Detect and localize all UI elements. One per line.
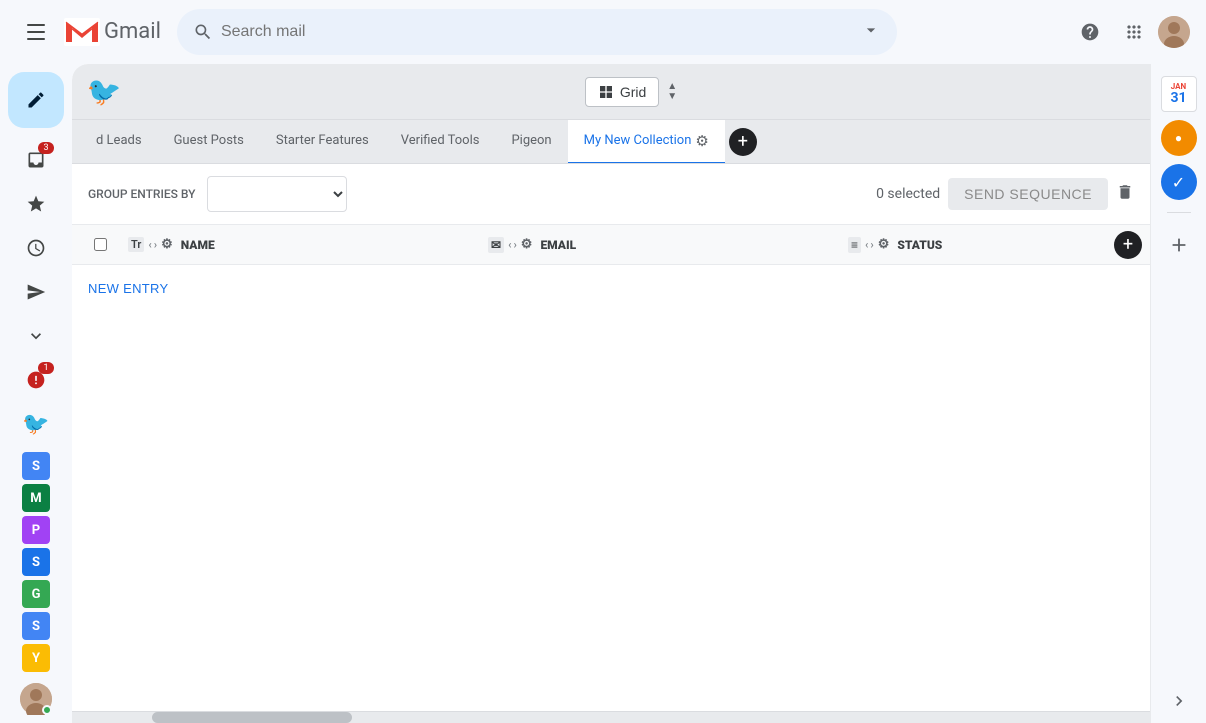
app-panel: 🐦 Grid ▲ ▼ [72, 64, 1150, 723]
tab-label-guest-posts: Guest Posts [174, 133, 244, 148]
alert-badge: 1 [38, 362, 54, 374]
email-col-label: EMAIL [540, 238, 576, 252]
trash-icon[interactable] [1116, 183, 1134, 206]
tab-label-d-leads: d Leads [96, 133, 142, 148]
col-header-name: Tr ‹ › ⚙ NAME [120, 237, 480, 252]
view-toggle-arrows[interactable]: ▲ ▼ [667, 82, 677, 102]
right-sidebar-streak[interactable]: ● [1161, 120, 1197, 156]
status-col-settings-icon[interactable]: ⚙ [878, 237, 890, 252]
topbar: Gmail [0, 0, 1206, 64]
calendar-date: 31 [1170, 91, 1186, 105]
sidebar-item-starred[interactable] [16, 184, 56, 224]
select-all-checkbox-cell [80, 238, 120, 251]
app-logo-area: 🐦 [88, 76, 120, 108]
right-sidebar-calendar[interactable]: JAN 31 [1161, 76, 1197, 112]
group-entries-select[interactable] [207, 176, 347, 212]
col-header-status: ≡ ‹ › ⚙ STATUS [840, 237, 1114, 253]
status-col-type-icon: ≡ [848, 237, 861, 253]
toolbar-right: 0 selected SEND SEQUENCE [876, 178, 1134, 210]
user-avatar[interactable] [1158, 16, 1190, 48]
sidebar-item-inbox[interactable]: 3 [16, 140, 56, 180]
right-sidebar-add-button[interactable] [1159, 225, 1199, 265]
tabs-bar: d Leads Guest Posts Starter Features Ver… [72, 120, 1150, 164]
app-header: 🐦 Grid ▲ ▼ [72, 64, 1150, 120]
name-col-type-icon: Tr [128, 237, 144, 252]
sidebar-app-p[interactable]: P [22, 516, 50, 544]
toolbar: GROUP ENTRIES BY 0 selected SEND SEQUENC… [72, 164, 1150, 225]
sidebar-app-m[interactable]: M [22, 484, 50, 512]
status-col-label: STATUS [897, 238, 942, 252]
sidebar-app-g[interactable]: G [22, 580, 50, 608]
tab-starter-features[interactable]: Starter Features [260, 120, 385, 164]
bottom-scrollbar[interactable] [72, 711, 1150, 723]
streak-label: ● [1175, 131, 1182, 145]
email-col-type-icon: ✉ [488, 237, 504, 253]
add-tab-button[interactable]: + [729, 128, 757, 156]
sidebar-app-s3[interactable]: S [22, 612, 50, 640]
gmail-wordmark: Gmail [104, 19, 161, 44]
search-bar [177, 9, 897, 55]
hamburger-button[interactable] [16, 12, 56, 52]
search-input[interactable] [221, 23, 853, 41]
sidebar-item-more[interactable] [16, 316, 56, 356]
online-status-dot [42, 705, 52, 715]
right-sidebar-check[interactable]: ✓ [1161, 164, 1197, 200]
tab-label-pigeon: Pigeon [511, 133, 551, 148]
check-icon: ✓ [1172, 173, 1185, 192]
tab-guest-posts[interactable]: Guest Posts [158, 120, 260, 164]
content-area: 🐦 Grid ▲ ▼ [72, 64, 1206, 723]
right-sidebar: JAN 31 ● ✓ [1150, 64, 1206, 723]
pigeon-logo-icon: 🐦 [87, 75, 122, 108]
group-entries-label: GROUP ENTRIES BY [88, 187, 195, 201]
tab-label-my-new-collection: My New Collection [584, 133, 692, 148]
sidebar-item-sent[interactable] [16, 272, 56, 312]
col-header-email: ✉ ‹ › ⚙ EMAIL [480, 237, 840, 253]
table-body: NEW ENTRY [72, 265, 1150, 312]
tab-label-starter-features: Starter Features [276, 133, 369, 148]
status-col-arrows: ‹ › [865, 238, 874, 251]
select-all-checkbox[interactable] [94, 238, 107, 251]
grid-label: Grid [620, 84, 646, 100]
main-body: 3 [0, 64, 1206, 723]
google-apps-button[interactable] [1114, 12, 1154, 52]
tab-my-new-collection[interactable]: My New Collection ⚙ [568, 120, 725, 164]
email-col-arrows: ‹ › [508, 238, 517, 251]
tab-pigeon[interactable]: Pigeon [495, 120, 567, 164]
name-col-label: NAME [181, 238, 215, 252]
app-header-center: Grid ▲ ▼ [128, 77, 1134, 107]
new-entry-button[interactable]: NEW ENTRY [88, 273, 168, 304]
name-col-arrows: ‹ › [148, 238, 157, 251]
gmail-logo: Gmail [64, 18, 161, 46]
tab-verified-tools[interactable]: Verified Tools [385, 120, 496, 164]
scroll-thumb [152, 712, 352, 723]
right-sidebar-collapse[interactable] [1169, 691, 1189, 715]
tab-settings-icon[interactable]: ⚙ [695, 132, 708, 150]
sidebar-item-snoozed[interactable] [16, 228, 56, 268]
sidebar-app-s1[interactable]: S [22, 452, 50, 480]
right-sidebar-divider [1167, 212, 1191, 213]
bird-icon: 🐦 [22, 412, 49, 437]
selected-count: 0 selected [876, 186, 940, 202]
help-button[interactable] [1070, 12, 1110, 52]
inbox-badge: 3 [38, 142, 54, 154]
tab-label-verified-tools: Verified Tools [401, 133, 480, 148]
search-icon [193, 22, 213, 42]
send-sequence-button[interactable]: SEND SEQUENCE [948, 178, 1108, 210]
sidebar-item-pigeon[interactable]: 🐦 [16, 404, 56, 444]
table-header: Tr ‹ › ⚙ NAME ✉ ‹ [72, 225, 1150, 265]
table-area: Tr ‹ › ⚙ NAME ✉ ‹ [72, 225, 1150, 711]
email-col-settings-icon[interactable]: ⚙ [521, 237, 533, 252]
gmail-sidebar: 3 [0, 64, 72, 723]
topbar-right-actions [1070, 12, 1190, 52]
grid-view-button[interactable]: Grid [585, 77, 659, 107]
sidebar-user-avatar[interactable] [20, 683, 52, 715]
sidebar-item-alert[interactable]: 1 [16, 360, 56, 400]
compose-button[interactable] [8, 72, 64, 128]
add-column-button[interactable]: + [1114, 231, 1142, 259]
name-col-settings-icon[interactable]: ⚙ [161, 237, 173, 252]
search-expand-icon[interactable] [861, 20, 881, 44]
tab-d-leads[interactable]: d Leads [80, 120, 158, 164]
sidebar-app-y[interactable]: Y [22, 644, 50, 672]
sidebar-app-s2[interactable]: S [22, 548, 50, 576]
